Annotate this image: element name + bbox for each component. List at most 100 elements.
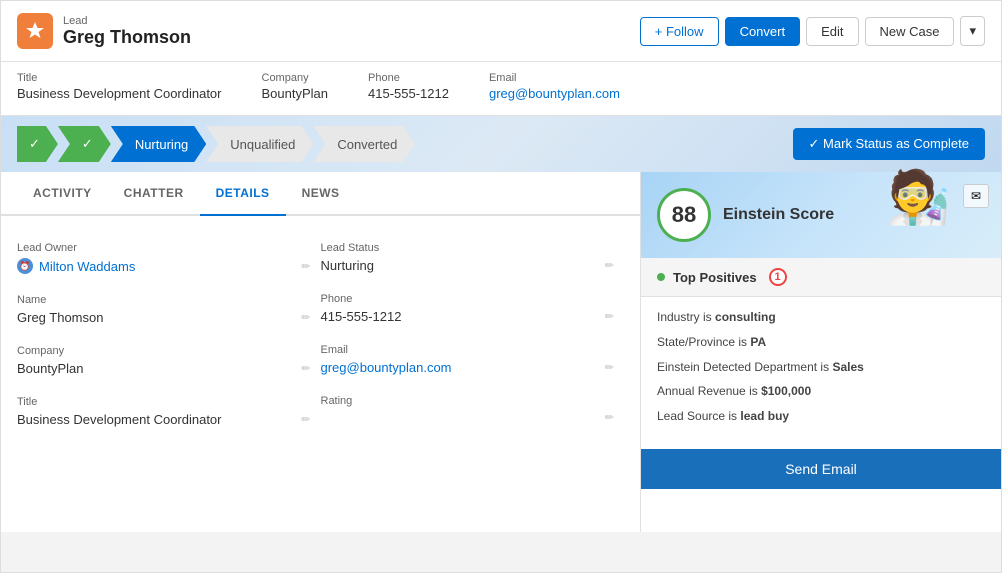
- email-icon-button[interactable]: ✉: [963, 184, 989, 208]
- lead-status-edit[interactable]: ✏: [605, 259, 614, 272]
- follow-button[interactable]: + Follow: [640, 17, 719, 46]
- tab-chatter[interactable]: CHATTER: [108, 172, 200, 216]
- lead-owner-edit[interactable]: ✏: [301, 260, 310, 273]
- lead-status-label: Lead Status: [321, 242, 615, 254]
- email-detail-label: Email: [321, 344, 615, 356]
- lead-icon: [17, 13, 53, 49]
- einstein-avatar: 🧑‍🔬: [886, 172, 951, 224]
- info-email: Email greg@bountyplan.com: [489, 72, 620, 101]
- info-company: Company BountyPlan: [262, 72, 329, 101]
- check-2: ✓: [82, 136, 93, 152]
- phone-label: Phone: [368, 72, 449, 84]
- tab-news[interactable]: NEWS: [286, 172, 356, 216]
- positive-bold-2: Sales: [832, 360, 863, 374]
- record-type: Lead: [63, 15, 191, 27]
- path-step-nurturing[interactable]: Nurturing: [111, 126, 206, 162]
- email-edit[interactable]: ✏: [605, 361, 614, 374]
- path-step-unqualified[interactable]: Unqualified: [206, 126, 313, 162]
- field-title: Title Business Development Coordinator ✏: [17, 386, 321, 437]
- phone-value: 415-555-1212: [368, 86, 449, 101]
- top-positives-label: Top Positives: [673, 270, 757, 285]
- left-panel: ACTIVITY CHATTER DETAILS NEWS: [1, 172, 641, 532]
- positive-item-2: Einstein Detected Department is Sales: [657, 359, 985, 376]
- record-name: Greg Thomson: [63, 27, 191, 48]
- positives-list: Industry is consulting State/Province is…: [641, 297, 1001, 445]
- title-detail-value: Business Development Coordinator: [17, 412, 222, 427]
- name-row: Greg Thomson ✏: [17, 310, 311, 325]
- dropdown-button[interactable]: ▾: [960, 16, 985, 46]
- rating-row: ✏: [321, 411, 615, 424]
- positive-item-0: Industry is consulting: [657, 309, 985, 326]
- positive-bold-1: PA: [750, 335, 766, 349]
- page-wrapper: Lead Greg Thomson + Follow Convert Edit …: [0, 0, 1002, 573]
- email-value[interactable]: greg@bountyplan.com: [489, 86, 620, 101]
- title-label: Title: [17, 72, 222, 84]
- record-header: Lead Greg Thomson + Follow Convert Edit …: [1, 1, 1001, 62]
- details-content: Lead Owner ⏰ Milton Waddams ✏ Name: [1, 216, 640, 453]
- path-step-2[interactable]: ✓: [58, 126, 111, 162]
- convert-button[interactable]: Convert: [725, 17, 801, 46]
- field-email-detail: Email greg@bountyplan.com ✏: [321, 334, 625, 385]
- lead-status-row: Nurturing ✏: [321, 258, 615, 273]
- positive-prefix-4: Lead Source is: [657, 409, 737, 423]
- positive-bold-3: $100,000: [761, 384, 811, 398]
- title-value: Business Development Coordinator: [17, 86, 222, 101]
- new-case-button[interactable]: New Case: [865, 17, 955, 46]
- send-email-button[interactable]: Send Email: [641, 449, 1001, 489]
- einstein-header: 88 Einstein Score 🧑‍🔬 ✉: [641, 172, 1001, 258]
- company-detail-label: Company: [17, 345, 311, 357]
- company-label: Company: [262, 72, 329, 84]
- title-detail-label: Title: [17, 396, 311, 408]
- name-edit[interactable]: ✏: [301, 311, 310, 324]
- field-rating: Rating ✏: [321, 385, 625, 434]
- tab-details[interactable]: DETAILS: [200, 172, 286, 216]
- company-edit[interactable]: ✏: [301, 362, 310, 375]
- positive-bold-0: consulting: [715, 310, 776, 324]
- phone-edit[interactable]: ✏: [605, 310, 614, 323]
- lead-owner-label: Lead Owner: [17, 242, 311, 254]
- record-info: Title Business Development Coordinator C…: [1, 62, 1001, 116]
- edit-button[interactable]: Edit: [806, 17, 858, 46]
- einstein-score-badge: 88: [657, 188, 711, 242]
- info-phone: Phone 415-555-1212: [368, 72, 449, 101]
- positive-item-1: State/Province is PA: [657, 334, 985, 351]
- lead-status-value: Nurturing: [321, 258, 374, 273]
- positive-prefix-2: Einstein Detected Department is: [657, 360, 829, 374]
- lead-owner-link[interactable]: Milton Waddams: [39, 259, 135, 274]
- email-label: Email: [489, 72, 620, 84]
- details-grid: Lead Owner ⏰ Milton Waddams ✏ Name: [17, 232, 624, 437]
- einstein-panel: 88 Einstein Score 🧑‍🔬 ✉ Top Positives 1 …: [641, 172, 1001, 532]
- company-row: BountyPlan ✏: [17, 361, 311, 376]
- info-title: Title Business Development Coordinator: [17, 72, 222, 101]
- company-detail-value: BountyPlan: [17, 361, 84, 376]
- details-right-col: Lead Status Nurturing ✏ Phone 415-555-12…: [321, 232, 625, 437]
- nurturing-label: Nurturing: [135, 137, 188, 152]
- positive-prefix-1: State/Province is: [657, 335, 747, 349]
- email-detail-row: greg@bountyplan.com ✏: [321, 360, 615, 375]
- rating-edit[interactable]: ✏: [605, 411, 614, 424]
- header-actions: + Follow Convert Edit New Case ▾: [640, 16, 985, 46]
- path-steps: ✓ ✓ Nurturing Unqualified Converted: [17, 126, 793, 162]
- main-content: ACTIVITY CHATTER DETAILS NEWS: [1, 172, 1001, 532]
- positive-item-3: Annual Revenue is $100,000: [657, 383, 985, 400]
- green-dot-icon: [657, 273, 665, 281]
- tab-activity[interactable]: ACTIVITY: [17, 172, 108, 216]
- path-step-1[interactable]: ✓: [17, 126, 58, 162]
- name-label: Name: [17, 294, 311, 306]
- converted-label: Converted: [337, 137, 397, 152]
- field-company: Company BountyPlan ✏: [17, 335, 321, 386]
- name-value: Greg Thomson: [17, 310, 103, 325]
- positive-bold-4: lead buy: [740, 409, 789, 423]
- positives-badge: 1: [769, 268, 787, 286]
- check-1: ✓: [29, 136, 40, 152]
- mark-complete-button[interactable]: ✓ Mark Status as Complete: [793, 128, 985, 160]
- path-step-converted[interactable]: Converted: [313, 126, 415, 162]
- positive-item-4: Lead Source is lead buy: [657, 408, 985, 425]
- rating-label: Rating: [321, 395, 615, 407]
- details-left-col: Lead Owner ⏰ Milton Waddams ✏ Name: [17, 232, 321, 437]
- title-edit[interactable]: ✏: [301, 413, 310, 426]
- record-header-left: Lead Greg Thomson: [17, 13, 191, 49]
- unqualified-label: Unqualified: [230, 137, 295, 152]
- owner-icon: ⏰: [17, 258, 33, 274]
- email-detail-value[interactable]: greg@bountyplan.com: [321, 360, 452, 375]
